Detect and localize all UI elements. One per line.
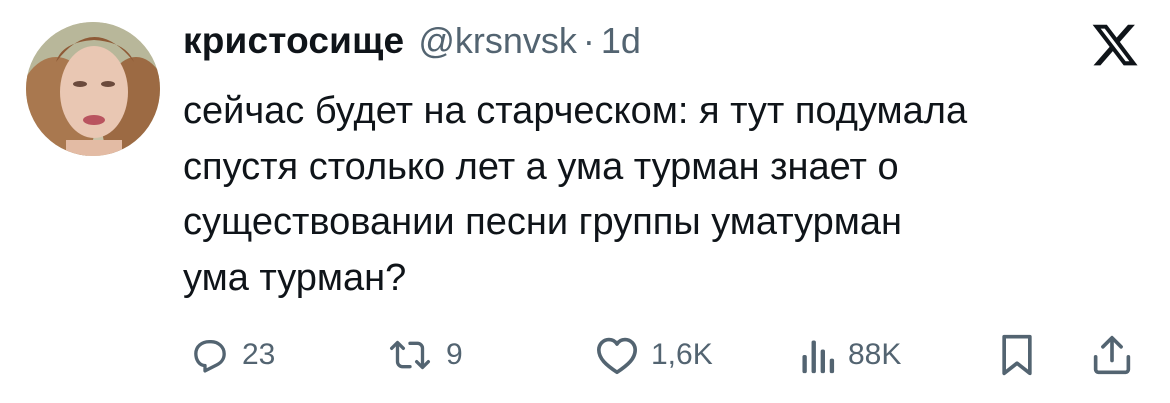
user-handle[interactable]: @krsnvsk xyxy=(418,20,577,62)
display-name[interactable]: кристосище xyxy=(183,20,404,62)
separator-dot: · xyxy=(582,20,595,61)
share-icon xyxy=(1093,335,1131,375)
avatar[interactable] xyxy=(26,22,160,156)
bookmark-button[interactable] xyxy=(1000,330,1034,380)
like-button[interactable]: 1,6K xyxy=(595,330,713,380)
reply-button[interactable]: 23 xyxy=(190,330,275,380)
bookmark-icon xyxy=(1002,334,1032,376)
action-bar: 23 9 1,6K 88K xyxy=(0,330,1170,380)
views-count: 88K xyxy=(848,338,902,371)
repost-count: 9 xyxy=(446,338,463,371)
tweet-header: кристосище @krsnvsk · 1d xyxy=(183,20,641,68)
tweet-text: сейчас будет на старческом: я тут подума… xyxy=(183,90,968,299)
like-count: 1,6K xyxy=(651,338,713,371)
timestamp[interactable]: 1d xyxy=(601,20,641,62)
views-button[interactable]: 88K xyxy=(798,330,901,380)
repost-button[interactable]: 9 xyxy=(386,330,463,380)
reply-icon xyxy=(194,340,226,373)
repost-icon xyxy=(390,340,431,370)
reply-count: 23 xyxy=(242,338,276,371)
avatar-image xyxy=(26,22,160,156)
views-icon xyxy=(802,340,835,374)
share-button[interactable] xyxy=(1092,330,1132,380)
x-logo-icon xyxy=(1090,20,1140,70)
heart-icon xyxy=(596,337,637,375)
